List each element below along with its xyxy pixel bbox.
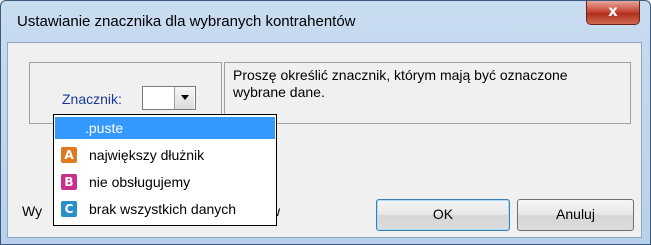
- marker-a-icon: A: [61, 147, 77, 163]
- cancel-button-label: Anuluj: [556, 206, 595, 222]
- ok-button-label: OK: [432, 206, 454, 222]
- close-button[interactable]: x: [586, 1, 640, 25]
- marker-dropdown-list: .puste A największy dłużnik B nie obsług…: [53, 114, 277, 226]
- chevron-down-icon: [181, 95, 189, 100]
- dropdown-item-c[interactable]: C brak wszystkich danych: [55, 198, 275, 220]
- dropdown-item-b[interactable]: B nie obsługujemy: [55, 171, 275, 193]
- dropdown-item-a[interactable]: A największy dłużnik: [55, 144, 275, 166]
- info-text: Proszę określić znacznik, którym mają by…: [233, 67, 568, 100]
- marker-label: Znacznik:: [62, 91, 122, 107]
- title-bar: Ustawianie znacznika dla wybranych kontr…: [1, 1, 650, 43]
- dropdown-item-empty[interactable]: .puste: [55, 117, 275, 139]
- combobox-dropdown-button[interactable]: [174, 87, 194, 109]
- close-icon: x: [608, 2, 618, 20]
- dropdown-item-label: .puste: [85, 120, 124, 136]
- dropdown-item-label: nie obsługujemy: [89, 174, 191, 190]
- marker-c-icon: C: [61, 201, 77, 217]
- ok-button[interactable]: OK: [376, 199, 510, 231]
- window-title: Ustawianie znacznika dla wybranych kontr…: [17, 13, 356, 30]
- dropdown-item-label: największy dłużnik: [89, 147, 205, 163]
- dropdown-item-label: brak wszystkich danych: [89, 201, 237, 217]
- cancel-button[interactable]: Anuluj: [517, 199, 634, 231]
- marker-b-icon: B: [61, 174, 77, 190]
- partial-label-left: Wy: [22, 203, 43, 219]
